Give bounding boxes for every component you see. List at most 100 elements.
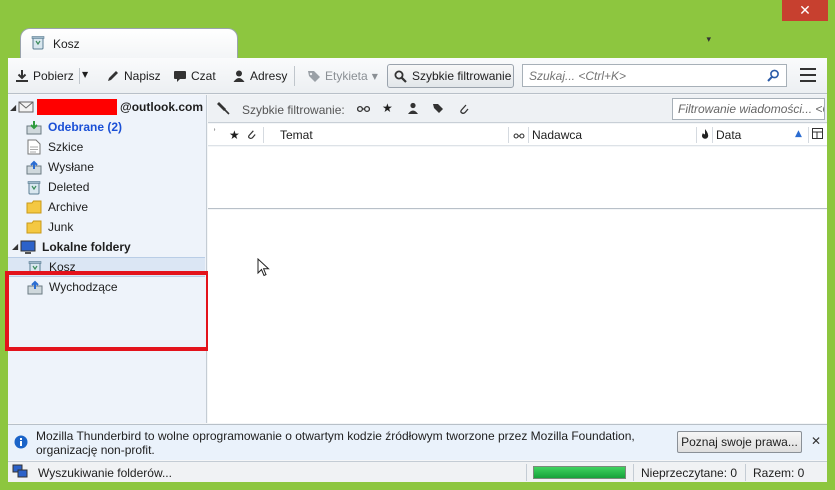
subject-column-header[interactable]: Temat [280, 128, 313, 142]
folder-item-drafts[interactable]: Szkice [26, 137, 223, 157]
status-separator [745, 464, 746, 481]
toolbar-separator [294, 66, 295, 86]
junk-column-icon[interactable] [700, 128, 710, 143]
main-content: Pobierz ▼ Napisz Czat Adresy Etykieta ▼ [5, 58, 827, 482]
tag-filter-icon[interactable] [432, 102, 444, 117]
folder-icon [26, 199, 42, 215]
column-separator [528, 127, 529, 143]
get-mail-button[interactable]: Pobierz [11, 64, 78, 88]
notification-text: Mozilla Thunderbird to wolne oprogramowa… [36, 429, 635, 457]
status-separator [526, 464, 527, 481]
folder-label: Junk [48, 220, 74, 234]
chat-button[interactable]: Czat [169, 64, 220, 88]
folder-label: Archive [48, 200, 89, 214]
folder-pane: ◢ @outlook.com Odebrane (2) Szkice Wysła… [5, 95, 210, 423]
progress-fill [534, 467, 625, 478]
tag-label: Etykieta [325, 69, 368, 83]
address-book-label: Adresy [250, 69, 288, 83]
tag-button[interactable]: Etykieta ▼ [303, 64, 382, 88]
trash-icon [26, 179, 42, 195]
chat-label: Czat [191, 69, 216, 83]
mouse-cursor-icon [257, 258, 270, 277]
folder-item-deleted[interactable]: Deleted [26, 177, 223, 197]
get-mail-dropdown-icon[interactable]: ▼ [82, 70, 88, 79]
folder-item-sent[interactable]: Wysłane [26, 157, 223, 177]
computer-icon [20, 239, 36, 255]
folder-item-archive[interactable]: Archive [26, 197, 223, 217]
attachment-filter-icon[interactable] [458, 102, 470, 118]
write-label: Napisz [124, 69, 161, 83]
status-text: Wyszukiwanie folderów... [38, 466, 172, 480]
folder-label: Odebrane (2) [48, 120, 123, 134]
attachment-column-icon[interactable] [246, 128, 257, 143]
tab-strip: Kosz ▾ [8, 28, 827, 58]
progress-bar [533, 466, 626, 479]
search-icon[interactable] [767, 69, 780, 82]
quick-filter-label: Szybkie filtrowanie [412, 69, 512, 83]
chat-bubble-icon [174, 71, 186, 82]
column-separator [808, 127, 809, 143]
sent-icon [26, 159, 42, 175]
contact-filter-icon[interactable] [407, 102, 419, 117]
unread-count: Nieprzeczytane: 0 [641, 466, 738, 480]
pin-icon[interactable] [216, 101, 230, 118]
date-column-header[interactable]: Data [716, 128, 741, 142]
app-menu-icon[interactable] [800, 68, 816, 82]
write-button[interactable]: Napisz [102, 64, 165, 88]
redaction-block [37, 99, 117, 115]
quick-filter-button[interactable]: Szybkie filtrowanie [387, 64, 514, 88]
star-filter-icon[interactable]: ★ [382, 101, 393, 115]
sender-column-header[interactable]: Nadawca [532, 128, 582, 142]
column-picker-icon[interactable] [812, 128, 823, 142]
notification-bar: Mozilla Thunderbird to wolne oprogramowa… [8, 424, 827, 460]
status-bar: Wyszukiwanie folderów... Nieprzeczytane:… [8, 461, 827, 482]
collapse-local-icon[interactable]: ◢ [12, 242, 18, 251]
column-separator [696, 127, 697, 143]
highlight-annotation-box [5, 271, 210, 351]
download-icon [16, 70, 28, 82]
local-folders-row[interactable]: Lokalne foldery [20, 237, 217, 257]
status-separator [633, 464, 634, 481]
global-search-box[interactable] [522, 64, 787, 87]
thread-column-header: ʾ ★ Temat Nadawca Data ▲ [208, 124, 827, 146]
folder-item-inbox[interactable]: Odebrane (2) [26, 117, 223, 137]
message-list[interactable] [208, 147, 827, 209]
folder-label: Deleted [48, 180, 90, 194]
message-filter-input[interactable]: Filtrowanie wiadomości... <Ctrl+Shift+K> [672, 98, 825, 120]
tag-dropdown-icon: ▼ [371, 71, 378, 81]
column-separator [712, 127, 713, 143]
tag-icon [308, 71, 320, 82]
folder-label: Szkice [48, 140, 84, 154]
inbox-icon [26, 119, 42, 135]
folder-label: Wysłane [48, 160, 94, 174]
column-separator [508, 127, 509, 143]
collapse-account-icon[interactable]: ◢ [10, 103, 16, 112]
get-mail-label: Pobierz [33, 69, 74, 83]
offline-status-icon[interactable] [12, 464, 28, 482]
info-icon [14, 435, 28, 452]
title-bar: ✕ [0, 0, 835, 30]
local-folders-label: Lokalne foldery [42, 240, 131, 254]
pencil-icon [108, 71, 118, 81]
tab-label: Kosz [53, 36, 80, 51]
close-notification-icon[interactable]: ✕ [811, 434, 821, 448]
toolbar-separator [79, 68, 80, 84]
message-preview-pane [208, 210, 827, 423]
drafts-icon [26, 139, 42, 155]
know-your-rights-button[interactable]: Poznaj swoje prawa... [677, 431, 802, 453]
total-count: Razem: 0 [753, 466, 805, 480]
trash-folder-icon [31, 35, 45, 53]
folder-icon [26, 219, 42, 235]
address-book-button[interactable]: Adresy [228, 64, 291, 88]
tab-kosz[interactable]: Kosz [20, 28, 238, 58]
threads-column-icon[interactable] [513, 130, 525, 144]
star-column-icon[interactable]: ★ [229, 128, 240, 142]
threads-filter-icon[interactable] [356, 103, 371, 118]
tab-list-dropdown-icon[interactable]: ▾ [706, 35, 711, 45]
mail-account-icon [18, 99, 34, 115]
folder-item-junk[interactable]: Junk [26, 217, 223, 237]
search-input[interactable] [529, 68, 767, 83]
close-window-button[interactable]: ✕ [782, 0, 828, 21]
thunderbird-window: ✕ Kosz ▾ Pobierz ▼ Napisz Czat Adresy Et… [0, 0, 835, 490]
thread-column-icon[interactable]: ʾ [213, 128, 216, 139]
